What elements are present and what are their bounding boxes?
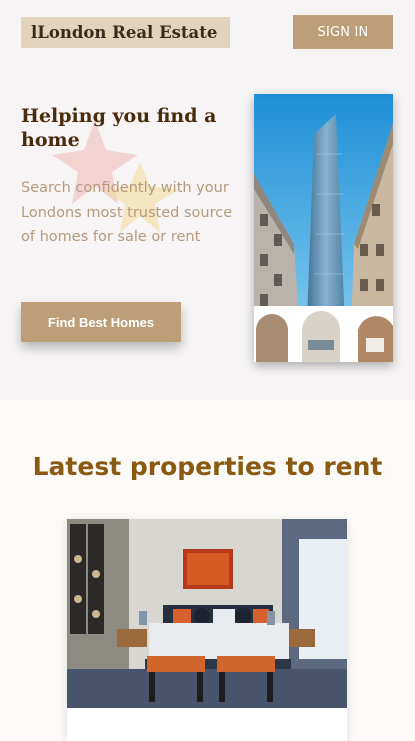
hero-headline: Helping you find a home: [21, 105, 217, 151]
sign-in-button[interactable]: SIGN IN: [293, 15, 393, 49]
hero-city-photo: [254, 94, 393, 362]
hero-subtext: Search confidently with your Londons mos…: [21, 180, 233, 245]
property-card[interactable]: [67, 519, 347, 741]
hero-section: lLondon Real Estate SIGN IN Helping you …: [0, 0, 415, 400]
latest-properties-title: Latest properties to rent: [32, 452, 383, 481]
site-logo[interactable]: lLondon Real Estate: [21, 17, 230, 48]
bedroom-photo: [67, 519, 347, 708]
find-best-homes-button[interactable]: Find Best Homes: [21, 302, 181, 342]
